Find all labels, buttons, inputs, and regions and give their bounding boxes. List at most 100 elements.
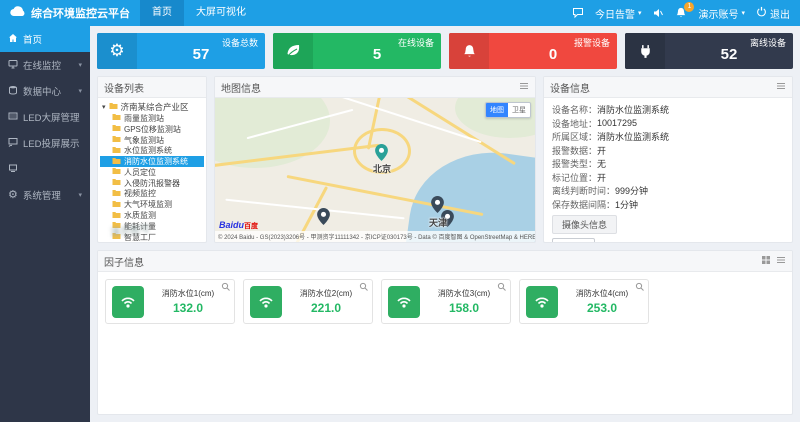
- map-city-label: 天津: [429, 216, 447, 229]
- tree-node[interactable]: 人员定位: [100, 167, 204, 178]
- screen-icon: [8, 163, 18, 176]
- tree-node[interactable]: 大气环境监测: [100, 199, 204, 210]
- list-view-icon[interactable]: [776, 255, 786, 268]
- sidebar-item-online-monitor[interactable]: 在线监控 ▾: [0, 52, 90, 78]
- factor-value: 158.0: [449, 301, 479, 315]
- chevron-down-icon: ▾: [78, 191, 82, 199]
- magnifier-icon[interactable]: [497, 282, 507, 292]
- folder-icon: [112, 124, 121, 134]
- nav-bigscreen[interactable]: 大屏可视化: [184, 0, 258, 26]
- logout-button[interactable]: 退出: [756, 6, 790, 21]
- caret-down-icon: ▾: [102, 104, 106, 111]
- notification-badge: 1: [684, 2, 694, 12]
- device-info-header: 设备信息: [544, 77, 792, 98]
- sidebar: 首页 在线监控 ▾ 数据中心 ▾ LED大屏管理 LED投屏展示 ⚙ 系统管理 …: [0, 26, 90, 422]
- camera-info-button[interactable]: 摄像头信息: [552, 215, 617, 234]
- factor-title: 消防水位1(cm): [162, 288, 214, 299]
- tree-node[interactable]: 视频监控: [100, 189, 204, 200]
- middle-row: 设备列表 ▾ 济南某综合产业区 雨量监测站 GPS位移监测站 气象监测站: [97, 76, 793, 243]
- map-type-map-button[interactable]: 地图: [486, 103, 508, 117]
- notification-bell-icon[interactable]: 1: [675, 7, 687, 19]
- folder-icon: [112, 189, 121, 199]
- signal-icon: [526, 286, 558, 318]
- tree-node[interactable]: 能耗计量: [100, 221, 204, 232]
- factor-value: 221.0: [311, 301, 341, 315]
- panel-title: 设备列表: [104, 80, 144, 95]
- signal-icon: [250, 286, 282, 318]
- factor-card-2: 消防水位2(cm) 221.0: [243, 279, 373, 324]
- factor-card-3: 消防水位3(cm) 158.0: [381, 279, 511, 324]
- map-pin-selected[interactable]: [375, 144, 388, 161]
- map-road: [225, 199, 404, 220]
- sidebar-item-system[interactable]: ⚙ 系统管理 ▾: [0, 182, 90, 208]
- info-row: 报警类型：无: [552, 157, 784, 171]
- map-type-satellite-button[interactable]: 卫星: [508, 103, 530, 117]
- tree-node[interactable]: 气象监测站: [100, 135, 204, 146]
- mute-icon[interactable]: [652, 7, 664, 19]
- cloud-icon: [10, 6, 26, 20]
- power-icon: [756, 6, 767, 20]
- app-logo: 综合环境监控云平台: [0, 5, 140, 21]
- tree-node[interactable]: 智慧工厂: [100, 232, 204, 242]
- device-list-header: 设备列表: [98, 77, 206, 98]
- message-icon[interactable]: [572, 7, 584, 19]
- info-row: 标记位置：开: [552, 171, 784, 185]
- baidu-map[interactable]: 北京 天津 地图 卫星 Baidu百度 © 2024 Baidu - GS(20…: [215, 98, 535, 242]
- signal-icon: [112, 286, 144, 318]
- sidebar-item-extra[interactable]: [0, 156, 90, 182]
- tree-root-node[interactable]: ▾ 济南某综合产业区: [100, 101, 204, 113]
- tree-node[interactable]: 水质监测: [100, 210, 204, 221]
- info-row: 所属区域：消防水位监测系统: [552, 130, 784, 144]
- factor-value: 132.0: [173, 301, 203, 315]
- folder-icon: [112, 113, 121, 123]
- tree-node-selected[interactable]: 消防水位监测系统: [100, 156, 204, 167]
- folder-icon: [112, 211, 121, 221]
- sidebar-item-led-cast[interactable]: LED投屏展示: [0, 130, 90, 156]
- sidebar-item-home[interactable]: 首页: [0, 26, 90, 52]
- folder-icon: [112, 167, 121, 177]
- led-screen-icon: [8, 111, 18, 124]
- factor-value: 253.0: [587, 301, 617, 315]
- today-alarm-dropdown[interactable]: 今日告警 ▾: [595, 6, 642, 21]
- home-icon: [8, 33, 18, 46]
- nav-home[interactable]: 首页: [140, 0, 184, 26]
- magnifier-icon[interactable]: [359, 282, 369, 292]
- user-dropdown[interactable]: 演示账号 ▾: [698, 6, 745, 21]
- tree-node[interactable]: GPS位移监测站: [100, 124, 204, 135]
- caret-down-icon: ▾: [741, 10, 745, 17]
- device-list-panel: 设备列表 ▾ 济南某综合产业区 雨量监测站 GPS位移监测站 气象监测站: [97, 76, 207, 243]
- list-icon[interactable]: [519, 81, 529, 94]
- stat-cards-row: ⚙ 设备总数 57 在线设备 5 报警设备 0: [97, 33, 793, 69]
- user-name: 演示账号: [698, 6, 738, 21]
- folder-icon: [112, 200, 121, 210]
- folder-icon: [112, 178, 121, 188]
- baidu-logo: Baidu百度: [219, 220, 258, 231]
- magnifier-icon[interactable]: [221, 282, 231, 292]
- info-row: 离线判断时间：999分钟: [552, 184, 784, 198]
- stat-offline-devices: 离线设备 52: [625, 33, 793, 69]
- tree-node[interactable]: 水位监测系统: [100, 145, 204, 156]
- chevron-down-icon: ▾: [78, 87, 82, 95]
- tree-node[interactable]: 入侵防汛报警器: [100, 178, 204, 189]
- list-icon[interactable]: [776, 81, 786, 94]
- grid-view-icon[interactable]: [761, 255, 771, 268]
- folder-icon: [112, 232, 121, 242]
- plug-icon: [625, 33, 665, 69]
- map-panel: 地图信息: [214, 76, 536, 243]
- factor-title: 消防水位3(cm): [438, 288, 490, 299]
- sidebar-item-led-screen[interactable]: LED大屏管理: [0, 104, 90, 130]
- map-pin[interactable]: [317, 208, 330, 225]
- sidebar-item-data-center[interactable]: 数据中心 ▾: [0, 78, 90, 104]
- device-info-panel: 设备信息 设备名称：消防水位监测系统 设备地址：10017295 所属区域：消防…: [543, 76, 793, 243]
- alarm-bell-icon: [449, 33, 489, 69]
- info-row: 保存数据间隔：1分钟: [552, 198, 784, 212]
- magnifier-icon[interactable]: [635, 282, 645, 292]
- factor-title: 消防水位2(cm): [300, 288, 352, 299]
- tree-node[interactable]: 雨量监测站: [100, 113, 204, 124]
- info-row: 设备地址：10017295: [552, 117, 784, 131]
- stat-online-devices: 在线设备 5: [273, 33, 441, 69]
- map-type-control: 地图 卫星: [485, 102, 531, 118]
- location-tag-button[interactable]: 芝珉镇: [552, 238, 595, 242]
- cast-icon: [8, 137, 18, 150]
- map-panel-header: 地图信息: [215, 77, 535, 98]
